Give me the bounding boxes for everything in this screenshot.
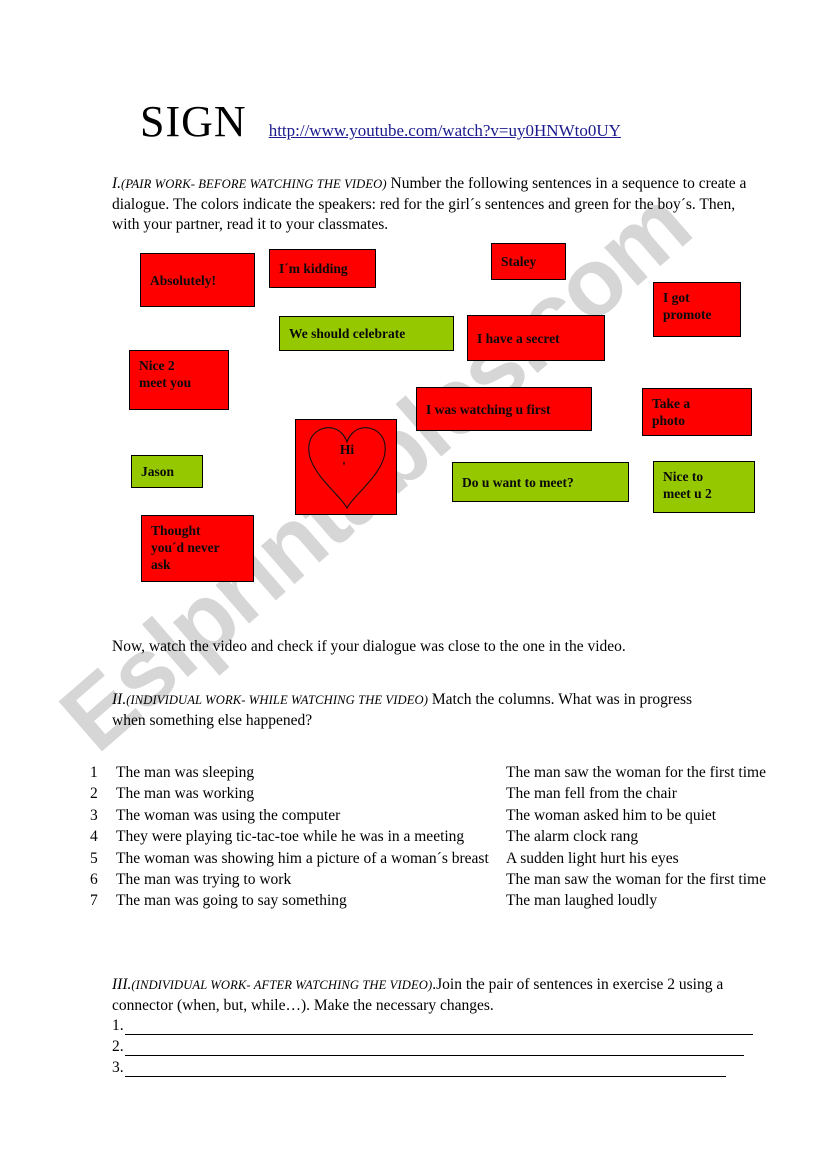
answer-lines-group: 1. 2. 3. — [112, 1014, 762, 1077]
sentence-box[interactable]: We should celebrate — [279, 316, 454, 351]
task-2-lead: (INDIVIDUAL WORK- WHILE WATCHING THE VID… — [126, 693, 428, 707]
answer-line-number: 2. — [112, 1038, 124, 1055]
sentence-box[interactable]: I have a secret — [467, 315, 605, 361]
instruction-task-2: II.(INDIVIDUAL WORK- WHILE WATCHING THE … — [112, 690, 752, 731]
matching-row: 1 The man was sleeping The man saw the wom… — [90, 762, 821, 783]
answer-write-line[interactable] — [124, 1041, 744, 1056]
matching-row-number: 7 — [90, 892, 98, 910]
matching-left-item[interactable]: The man was working — [116, 783, 506, 804]
matching-row-number: 2 — [90, 785, 98, 803]
task-1-lead: (PAIR WORK- BEFORE WATCHING THE VIDEO) — [121, 177, 387, 191]
worksheet-page: Eslprintables.com SIGN http://www.youtub… — [0, 0, 821, 1169]
sentence-box[interactable]: Jason — [131, 455, 203, 488]
answer-line-row: 3. — [112, 1056, 762, 1077]
matching-row-number: 3 — [90, 806, 98, 824]
heart-sentence-box[interactable]: Hi ' — [295, 419, 397, 515]
matching-left-item[interactable]: They were playing tic-tac-toe while he w… — [116, 826, 506, 847]
matching-right-item[interactable]: The man saw the woman for the first time — [506, 762, 821, 783]
matching-left-item[interactable]: The man was trying to work — [116, 869, 506, 890]
sentence-box[interactable]: Nice to meet u 2 — [653, 461, 755, 513]
task-3-lead: (INDIVIDUAL WORK- AFTER WATCHING THE VID… — [131, 978, 433, 992]
answer-line-row: 1. — [112, 1014, 762, 1035]
sentence-box[interactable]: Do u want to meet? — [452, 462, 629, 502]
now-watch-instruction: Now, watch the video and check if your d… — [112, 638, 626, 655]
matching-row-number: 5 — [90, 849, 98, 867]
matching-row-number: 4 — [90, 828, 98, 846]
matching-left-item[interactable]: The man was going to say something — [116, 890, 506, 911]
sentence-box[interactable]: I got promote — [653, 282, 741, 337]
matching-right-item[interactable]: A sudden light hurt his eyes — [506, 848, 821, 869]
matching-left-item[interactable]: The woman was showing him a picture of a… — [116, 848, 506, 869]
matching-row: 2 The man was working The man fell from th… — [90, 783, 821, 804]
heart-label: Hi — [339, 442, 355, 457]
task-2-number: II. — [112, 691, 127, 708]
matching-left-item[interactable]: The woman was using the computer — [116, 805, 506, 826]
sentence-box[interactable]: Take a photo — [642, 388, 752, 436]
task-1-number: I. — [112, 175, 122, 192]
instruction-task-1: I.(PAIR WORK- BEFORE WATCHING THE VIDEO)… — [112, 174, 748, 236]
answer-line-row: 2. — [112, 1035, 762, 1056]
matching-row: 4 They were playing tic-tac-toe while he … — [90, 826, 821, 847]
sentence-box[interactable]: Staley — [491, 243, 566, 280]
heart-apostrophe: ' — [342, 459, 346, 474]
matching-row-number: 6 — [90, 871, 98, 889]
answer-write-line[interactable] — [124, 1020, 753, 1035]
video-url-link[interactable]: http://www.youtube.com/watch?v=uy0HNWto0… — [269, 121, 621, 141]
matching-row: 5 The woman was showing him a picture of … — [90, 848, 821, 869]
matching-right-item[interactable]: The man laughed loudly — [506, 890, 821, 911]
answer-write-line[interactable] — [124, 1062, 726, 1077]
instruction-task-3: III.(INDIVIDUAL WORK- AFTER WATCHING THE… — [112, 975, 762, 1016]
sentence-box[interactable]: I was watching u first — [416, 387, 592, 431]
answer-line-number: 1. — [112, 1017, 124, 1034]
sentence-box[interactable]: Absolutely! — [140, 253, 255, 307]
task-3-number: III. — [112, 976, 132, 993]
matching-left-item[interactable]: The man was sleeping — [116, 762, 506, 783]
title-row: SIGN http://www.youtube.com/watch?v=uy0H… — [140, 100, 621, 144]
matching-row: 7 The man was going to say something The m… — [90, 890, 821, 911]
sentence-box[interactable]: Nice 2 meet you — [129, 350, 229, 410]
matching-row: 3 The woman was using the computer The wom… — [90, 805, 821, 826]
matching-row: 6 The man was trying to work The man saw t… — [90, 869, 821, 890]
matching-right-item[interactable]: The man fell from the chair — [506, 783, 821, 804]
matching-right-item[interactable]: The woman asked him to be quiet — [506, 805, 821, 826]
page-title: SIGN — [140, 97, 247, 146]
matching-right-item[interactable]: The alarm clock rang — [506, 826, 821, 847]
answer-line-number: 3. — [112, 1059, 124, 1076]
sentence-box[interactable]: I´m kidding — [269, 249, 376, 288]
matching-right-item[interactable]: The man saw the woman for the first time — [506, 869, 821, 890]
matching-exercise: 1 The man was sleeping The man saw the wom… — [90, 762, 821, 912]
matching-row-number: 1 — [90, 764, 98, 781]
sentence-box[interactable]: Thought you´d never ask — [141, 515, 254, 582]
